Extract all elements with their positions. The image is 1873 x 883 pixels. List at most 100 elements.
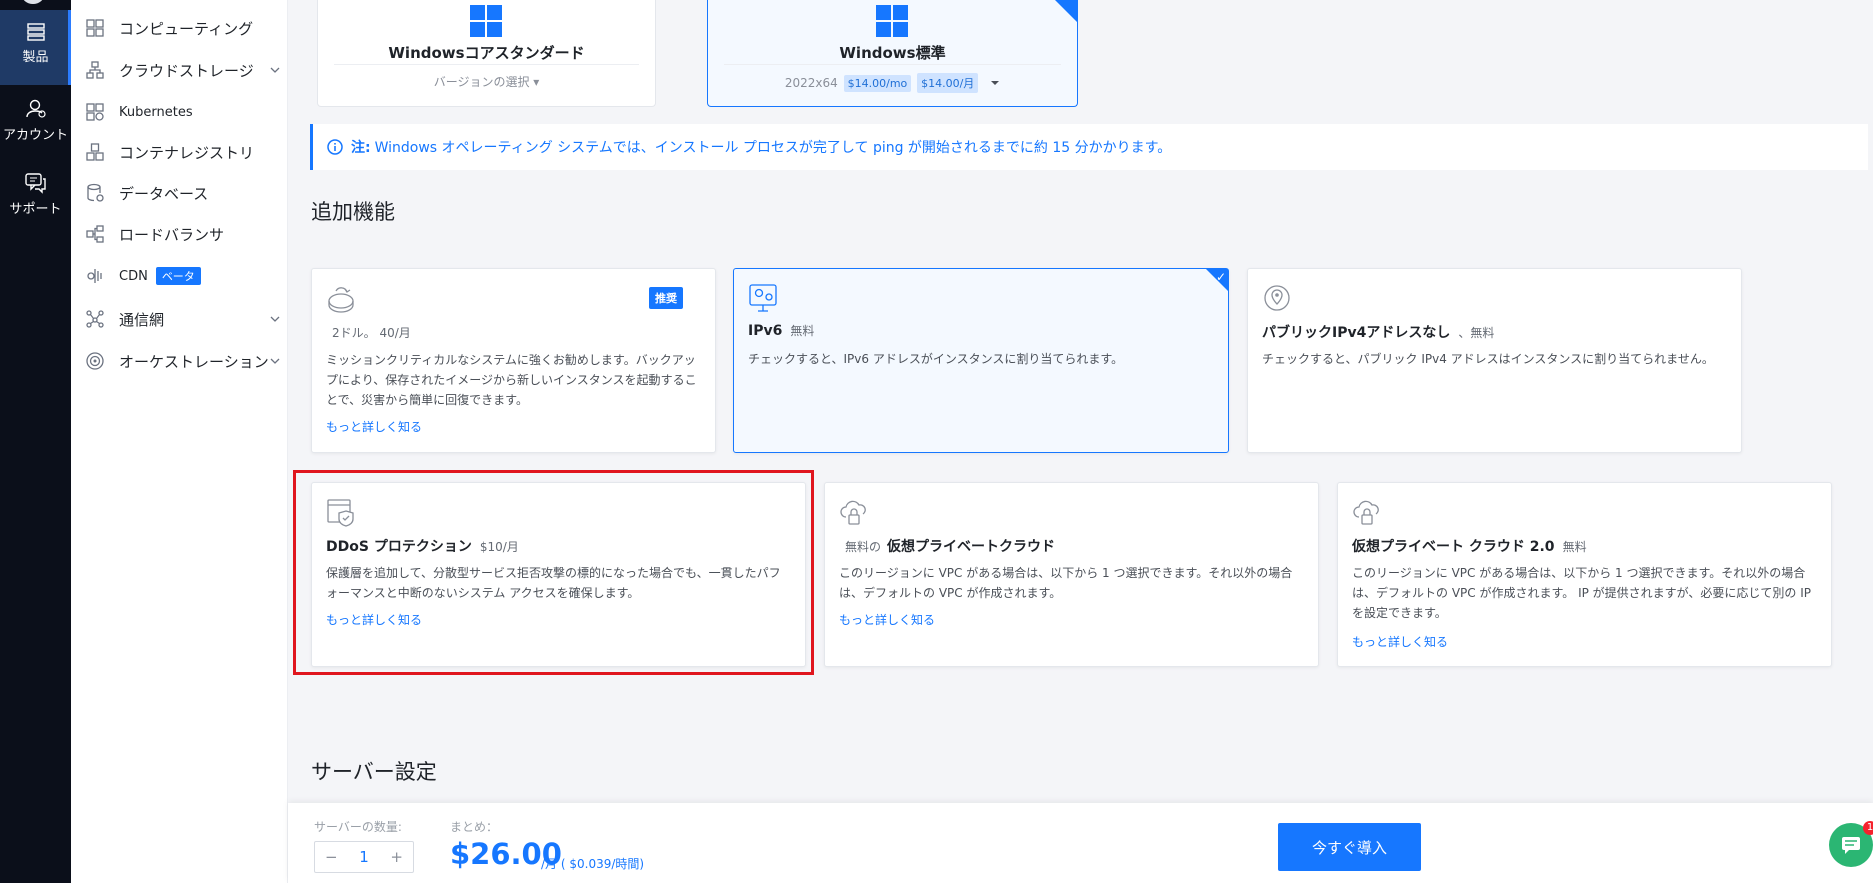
feature-card-no-ipv4[interactable]: パブリックIPv4アドレスなし 、無料 チェックすると、パブリック IPv4 アド… [1247,268,1742,453]
cloud-lock-icon [840,500,866,525]
version-value: 2022x64 [784,76,838,90]
rail-label-support: サポート [9,202,62,217]
summary-label: まとめ： [450,820,499,834]
feature-card-vpc2[interactable]: 仮想プライベート クラウド 2.0 無料 このリージョンに VPC がある場合は、… [1337,482,1832,667]
load-balancer-icon [86,225,104,243]
server-stack-icon [26,23,45,41]
database-icon [87,183,104,202]
quantity-label: サーバーの数量: [314,820,402,834]
menu-label: クラウドストレージ [119,61,254,80]
feature-desc: チェックすると、IPv6 アドレスがインスタンスに割り当てられます。 [748,352,1124,366]
menu-label: Kubernetes [119,104,193,120]
divider [334,64,639,65]
version-select[interactable]: 2022x64 $14.00/mo $14.00/月 [708,73,1077,93]
chevron-down-icon [270,67,280,73]
storage-icon [86,61,104,79]
feature-name: 仮想プライベート クラウド 2.0 無料 [1352,539,1587,555]
chevron-down-icon [270,358,280,364]
menu-item-load-balancer[interactable]: ロードバランサ [85,222,285,246]
feature-price: 、無料 [1458,326,1495,340]
cloud-lock-icon [1353,500,1379,525]
caret-down-icon [991,81,1000,85]
version-select[interactable]: バージョンの選択 ▾ [318,73,655,90]
feature-card-backup[interactable]: 推奨 2ドル。 40/月 ミッションクリティカルなシステムに強くお勧めします。バ… [311,268,716,453]
menu-label: コンピューティング [119,19,254,38]
rail-item-account[interactable]: アカウント [0,98,71,143]
feature-desc: このリージョンに VPC がある場合は、以下から 1 つ選択できます。それ以外の… [839,566,1293,600]
notice-text: Windows オペレーティング システムでは、インストール プロセスが完了して… [374,140,1172,156]
menu-item-cloud-storage[interactable]: クラウドストレージ [85,58,285,82]
check-icon: ✓ [1215,270,1226,284]
highlight-box [293,470,814,675]
orchestration-icon [86,352,104,370]
learn-more-link[interactable]: もっと詳しく知る [839,611,935,628]
quantity-stepper: − 1 + [314,841,414,873]
section-title-additional: 追加機能 [311,200,395,224]
logo-icon [22,0,44,4]
divider [724,64,1061,65]
feature-price: 2ドル。 40/月 [332,326,411,340]
feature-card-ipv6[interactable]: ✓ IPv6 無料 チェックすると、IPv6 アドレスがインスタンスに割り当てられ… [733,268,1229,453]
os-card-windows-core[interactable]: Windowsコアスタンダード バージョンの選択 ▾ [317,0,656,107]
notification-badge: 1 [1863,821,1873,835]
learn-more-link[interactable]: もっと詳しく知る [1352,633,1448,650]
menu-item-compute[interactable]: コンピューティング [85,16,285,40]
chevron-down-icon [270,316,280,322]
menu-label: CDN [119,268,148,284]
recommended-badge: 推奨 [649,287,683,309]
deploy-now-button[interactable]: 今すぐ導入 [1278,823,1421,871]
menu-item-cdn[interactable]: CDN ベータ [85,264,285,288]
user-icon [25,99,46,118]
product-menu: コンピューティング クラウドストレージ Kubernetes コンテナレジストリ… [71,0,288,883]
backup-disk-icon [328,287,354,313]
location-pin-icon [1264,285,1290,311]
feature-price: 無料 [1562,540,1587,554]
rail-label-products: 製品 [22,50,49,65]
rail-item-products[interactable]: 製品 [0,10,71,85]
notice-prefix: 注: [351,140,371,156]
chat-support-icon [24,173,46,194]
quantity-value[interactable]: 1 [348,848,381,866]
feature-desc: このリージョンに VPC がある場合は、以下から 1 つ選択できます。それ以外の… [1352,566,1812,620]
menu-label: データベース [119,184,209,203]
feature-name: IPv6 無料 [748,323,815,339]
decrement-button[interactable]: − [315,848,348,866]
rail-item-support[interactable]: サポート [0,172,71,217]
map-pin-icon [749,284,777,312]
menu-label: コンテナレジストリ [119,143,255,162]
menu-item-network[interactable]: 通信網 [85,307,285,331]
feature-name: パブリックIPv4アドレスなし 、無料 [1262,325,1495,341]
os-card-title: Windows標準 [839,44,946,62]
kubernetes-icon [86,103,104,121]
menu-label: 通信網 [119,310,165,329]
feature-card-vpc[interactable]: 無料の 仮想プライベートクラウド このリージョンに VPC がある場合は、以下から… [824,482,1319,667]
left-rail: 製品 アカウント サポート [0,0,71,883]
os-card-title: Windowsコアスタンダード [388,44,585,62]
price-tag-mo: $14.00/mo [843,75,912,92]
menu-item-orchestration[interactable]: オーケストレーション [85,349,285,373]
compute-icon [86,19,104,37]
section-title-server-settings: サーバー設定 [311,760,437,784]
menu-label: オーケストレーション [119,352,269,371]
menu-item-container-registry[interactable]: コンテナレジストリ [85,140,285,164]
windows-logo-icon [876,5,908,37]
summary-price-unit: /月 ( $0.039/時間) [541,857,645,871]
feature-price: 無料 [790,324,815,338]
increment-button[interactable]: + [380,848,413,866]
cdn-icon [87,269,102,283]
main-content: Windowsコアスタンダード バージョンの選択 ▾ Windows標準 202… [288,0,1873,883]
network-icon [86,310,104,328]
menu-item-kubernetes[interactable]: Kubernetes [85,100,285,124]
notice-banner: 注: Windows オペレーティング システムでは、インストール プロセスが完… [310,124,1868,170]
os-card-windows-standard[interactable]: Windows標準 2022x64 $14.00/mo $14.00/月 [707,0,1078,107]
price-tag-month: $14.00/月 [917,73,979,93]
menu-item-database[interactable]: データベース [85,181,285,205]
windows-logo-icon [470,5,502,37]
beta-badge: ベータ [155,267,201,285]
learn-more-link[interactable]: もっと詳しく知る [326,418,422,435]
feature-price: 無料の [845,540,882,554]
info-icon [327,139,343,155]
selected-corner [1055,0,1077,22]
menu-label: ロードバランサ [119,225,225,244]
feature-name: 無料の 仮想プライベートクラウド [845,539,1056,555]
